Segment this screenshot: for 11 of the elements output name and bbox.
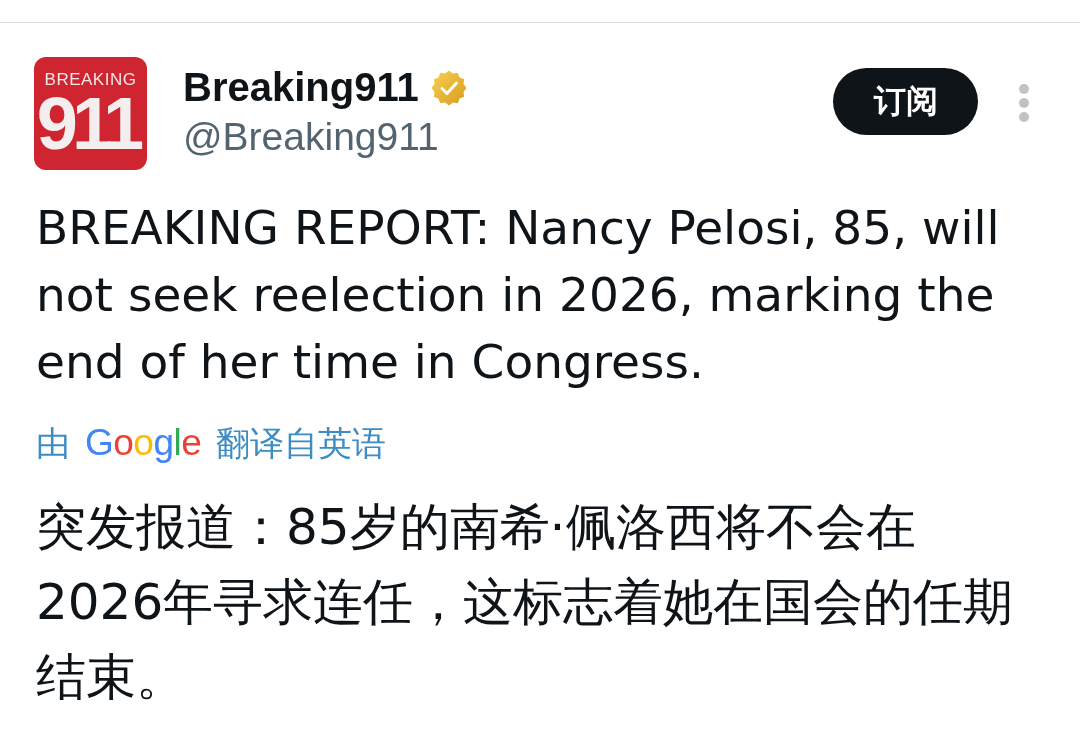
logo-text: BREAKING <box>44 71 137 89</box>
subscribe-button[interactable]: 订阅 <box>833 68 978 135</box>
account-name: Breaking911 <box>183 64 419 111</box>
translation-prefix: 由 <box>36 422 70 465</box>
translation-note: 翻译自英语 <box>216 422 387 465</box>
more-options-icon[interactable] <box>1018 84 1030 122</box>
logo-number: 911 <box>36 89 140 159</box>
translated-post-text: 突发报道：85岁的南希·佩洛西将不会在2026年寻求连任，这标志着她在国会的任期结束。 <box>36 497 1015 708</box>
account-handle: @Breaking911 <box>183 114 440 160</box>
post-text: BREAKING REPORT: Nancy Pelosi, 85, will not seek reelection in 2026, marking the end of her time in Congress. <box>36 199 1001 391</box>
google-logo: Google <box>85 421 202 465</box>
